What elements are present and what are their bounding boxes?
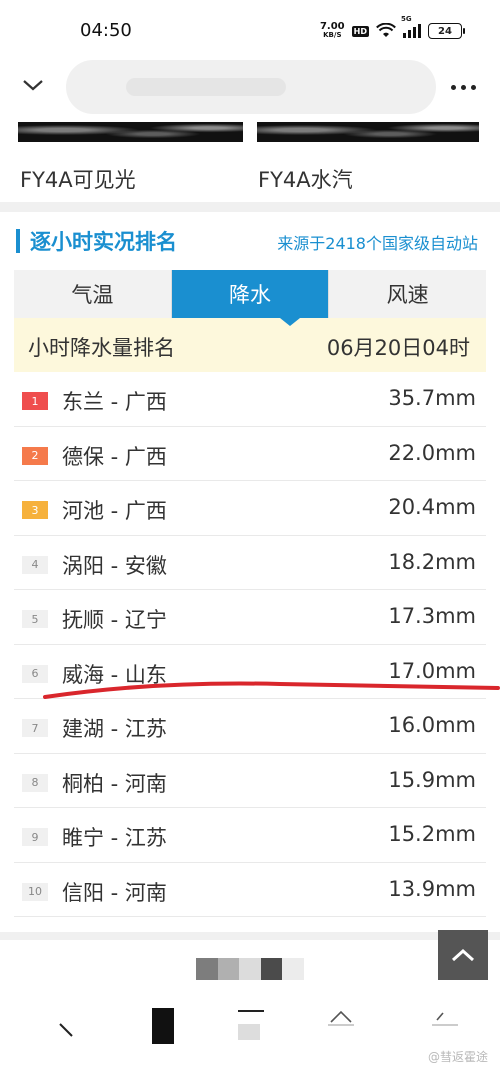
ranking-tabs: 气温 降水 风速 <box>14 270 486 318</box>
precipitation-value: 18.2mm <box>388 549 476 574</box>
satellite-thumbnails: FY4A可见光 FY4A水汽 <box>0 122 500 202</box>
blurred-search-text <box>126 78 286 96</box>
precipitation-value: 17.3mm <box>388 604 476 628</box>
table-row[interactable]: 5 抚顺 - 辽宁 17.3mm <box>14 590 486 645</box>
tab-temperature[interactable]: 气温 <box>14 270 172 318</box>
station-name: 德保 - 广西 <box>62 444 167 469</box>
table-row[interactable]: 10 信阳 - 河南 13.9mm <box>14 863 486 917</box>
blurred-footer <box>196 958 304 980</box>
tab-wind-speed[interactable]: 风速 <box>329 270 486 318</box>
precipitation-value: 35.7mm <box>388 386 476 410</box>
more-button[interactable] <box>446 72 480 102</box>
status-time: 04:50 <box>80 20 132 41</box>
nav-icon-2[interactable] <box>152 1008 174 1044</box>
ranking-header: 逐小时实况排名 来源于2418个国家级自动站 <box>0 212 500 270</box>
satellite-image-visible[interactable] <box>18 122 243 142</box>
search-input[interactable] <box>66 60 436 114</box>
station-name: 涡阳 - 安徽 <box>62 553 167 578</box>
precipitation-value: 13.9mm <box>388 876 476 901</box>
station-name: 东兰 - 广西 <box>62 390 167 414</box>
rank-badge: 5 <box>22 610 48 628</box>
watermark: @彗返霍途 <box>427 1050 488 1064</box>
section-divider <box>0 202 500 212</box>
section-divider <box>0 932 500 940</box>
rank-badge: 9 <box>22 828 48 846</box>
rank-badge: 3 <box>22 501 48 519</box>
precipitation-value: 20.4mm <box>388 495 476 519</box>
rank-badge: 8 <box>22 773 48 792</box>
chevron-up-icon <box>451 948 475 962</box>
table-row[interactable]: 8 桐柏 - 河南 15.9mm <box>14 754 486 808</box>
hd-badge: HD <box>351 25 369 37</box>
table-row[interactable]: 3 河池 - 广西 20.4mm <box>14 481 486 536</box>
rank-badge: 2 <box>22 446 48 465</box>
bottom-navigation <box>0 1000 500 1060</box>
table-row[interactable]: 9 睢宁 - 江苏 15.2mm <box>14 808 486 863</box>
table-row[interactable]: 2 德保 - 广西 22.0mm <box>14 427 486 481</box>
station-name: 睢宁 - 江苏 <box>62 826 167 850</box>
ranking-list: 1 东兰 - 广西 35.7mm 2 德保 - 广西 22.0mm 3 河池 -… <box>14 372 486 917</box>
precipitation-value: 22.0mm <box>388 440 476 465</box>
status-bar: 04:50 7.00 KB/S HD 5G 24 <box>0 0 500 60</box>
top-nav <box>0 60 500 116</box>
wifi-icon <box>376 23 396 37</box>
station-name: 桐柏 - 河南 <box>62 771 167 796</box>
precipitation-value: 15.2mm <box>388 822 476 846</box>
precipitation-value: 15.9mm <box>388 767 476 792</box>
rank-badge: 7 <box>22 719 48 737</box>
satellite-image-vapor[interactable] <box>257 122 479 142</box>
ranking-title: 逐小时实况排名 <box>30 230 177 254</box>
subheader-title: 小时降水量排名 <box>28 336 175 360</box>
station-name: 信阳 - 河南 <box>62 880 167 905</box>
nav-icon-1[interactable] <box>56 1020 76 1040</box>
network-speed: 7.00 KB/S <box>319 21 345 40</box>
title-accent-bar <box>16 229 20 253</box>
battery-indicator: 24 <box>428 23 465 39</box>
chevron-down-icon <box>23 80 43 91</box>
station-name: 建湖 - 江苏 <box>62 717 167 741</box>
precipitation-value: 16.0mm <box>388 713 476 737</box>
nav-icon-5[interactable] <box>432 1006 458 1026</box>
tab-precipitation[interactable]: 降水 <box>171 270 330 318</box>
subheader-time: 06月20日04时 <box>326 336 470 360</box>
ranking-subheader: 小时降水量排名 06月20日04时 <box>14 318 486 372</box>
table-row[interactable]: 4 涡阳 - 安徽 18.2mm <box>14 536 486 590</box>
more-dots-icon <box>450 84 456 90</box>
active-tab-caret <box>280 318 300 326</box>
rank-badge: 4 <box>22 555 48 574</box>
thumb-label-visible[interactable]: FY4A可见光 <box>20 164 136 194</box>
ranking-source[interactable]: 来源于2418个国家级自动站 <box>277 230 478 254</box>
thumb-label-vapor[interactable]: FY4A水汽 <box>258 164 353 194</box>
signal-icon: 5G <box>401 15 421 38</box>
station-name: 抚顺 - 辽宁 <box>62 608 167 632</box>
back-button[interactable] <box>18 70 48 100</box>
rank-badge: 1 <box>22 392 48 410</box>
rank-badge: 10 <box>22 882 48 901</box>
table-row[interactable]: 1 东兰 - 广西 35.7mm <box>14 372 486 427</box>
nav-icon-4[interactable] <box>328 1006 354 1026</box>
status-icons: 7.00 KB/S HD 5G 24 <box>319 15 465 40</box>
red-annotation-stroke <box>43 681 500 699</box>
scroll-top-button[interactable] <box>438 930 488 980</box>
nav-icon-3[interactable] <box>238 1008 264 1048</box>
station-name: 河池 - 广西 <box>62 499 167 523</box>
